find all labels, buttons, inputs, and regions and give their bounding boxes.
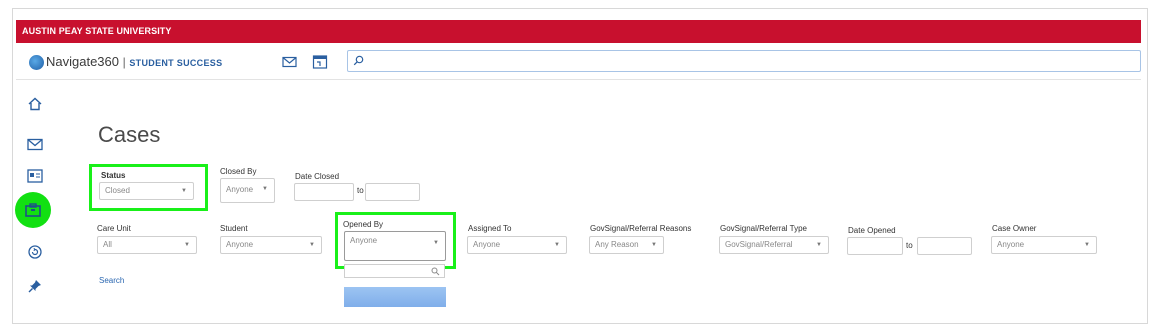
closed-by-select[interactable]: Anyone ▼: [220, 178, 275, 203]
care-unit-select[interactable]: All ▼: [97, 236, 197, 254]
date-closed-to-label: to: [357, 186, 364, 195]
refresh-icon[interactable]: [26, 243, 44, 261]
referral-type-value: GovSignal/Referral: [725, 240, 793, 249]
global-search-input[interactable]: [347, 50, 1141, 72]
care-unit-label: Care Unit: [97, 224, 131, 233]
date-closed-from-input[interactable]: [294, 183, 354, 201]
pin-icon[interactable]: [26, 277, 44, 295]
case-owner-value: Anyone: [997, 240, 1025, 249]
cases-icon[interactable]: [24, 201, 42, 219]
closed-by-label: Closed By: [220, 167, 257, 176]
search-icon: [431, 267, 440, 276]
chevron-down-icon: ▼: [554, 242, 560, 248]
care-unit-value: All: [103, 240, 112, 249]
opened-by-dropdown-search-input[interactable]: [344, 264, 445, 278]
chevron-down-icon: ▼: [309, 242, 315, 248]
chevron-down-icon: ▼: [262, 186, 268, 192]
university-banner: AUSTIN PEAY STATE UNIVERSITY: [16, 20, 1141, 43]
brand-separator: |: [122, 55, 126, 69]
assigned-to-select[interactable]: Anyone ▼: [467, 236, 567, 254]
referral-reasons-select[interactable]: Any Reason ▼: [589, 236, 664, 254]
case-owner-select[interactable]: Anyone ▼: [991, 236, 1097, 254]
student-select[interactable]: Anyone ▼: [220, 236, 322, 254]
referral-reasons-label: GovSignal/Referral Reasons: [590, 224, 692, 233]
search-button[interactable]: Search: [99, 276, 124, 285]
assigned-to-value: Anyone: [473, 240, 501, 249]
assigned-to-label: Assigned To: [468, 224, 512, 233]
date-opened-from-input[interactable]: [847, 237, 903, 255]
case-owner-label: Case Owner: [992, 224, 1037, 233]
student-value: Anyone: [226, 240, 254, 249]
chevron-down-icon: ▼: [816, 242, 822, 248]
opened-by-highlight-box: [335, 212, 456, 269]
search-icon: [353, 55, 364, 66]
page-title: Cases: [98, 122, 161, 147]
date-closed-label: Date Closed: [295, 172, 340, 181]
calendar-icon[interactable]: [312, 54, 328, 70]
date-closed-to-input[interactable]: [365, 183, 420, 201]
chevron-down-icon: ▼: [651, 242, 657, 248]
opened-by-dropdown-option-highlighted[interactable]: [344, 287, 446, 307]
brand-name: Navigate360: [46, 54, 119, 69]
referral-type-label: GovSignal/Referral Type: [720, 224, 808, 233]
date-opened-to-label: to: [906, 241, 913, 250]
date-opened-to-input[interactable]: [917, 237, 972, 255]
chevron-down-icon: ▼: [184, 242, 190, 248]
student-label: Student: [220, 224, 248, 233]
date-opened-label: Date Opened: [848, 226, 896, 235]
brand-subtitle: STUDENT SUCCESS: [129, 58, 223, 68]
referral-reasons-value: Any Reason: [595, 240, 639, 249]
status-highlight-box: [89, 164, 208, 211]
home-icon[interactable]: [26, 95, 44, 113]
mail-icon[interactable]: [26, 135, 44, 153]
chevron-down-icon: ▼: [1084, 242, 1090, 248]
referral-type-select[interactable]: GovSignal/Referral ▼: [719, 236, 829, 254]
closed-by-value: Anyone: [226, 185, 254, 194]
brand-title[interactable]: Navigate360 | STUDENT SUCCESS: [46, 54, 222, 69]
top-navigation: Navigate360 | STUDENT SUCCESS: [16, 44, 1141, 80]
navigate-logo-icon: [29, 55, 44, 70]
profile-card-icon[interactable]: [26, 167, 44, 185]
mail-icon[interactable]: [281, 54, 297, 70]
